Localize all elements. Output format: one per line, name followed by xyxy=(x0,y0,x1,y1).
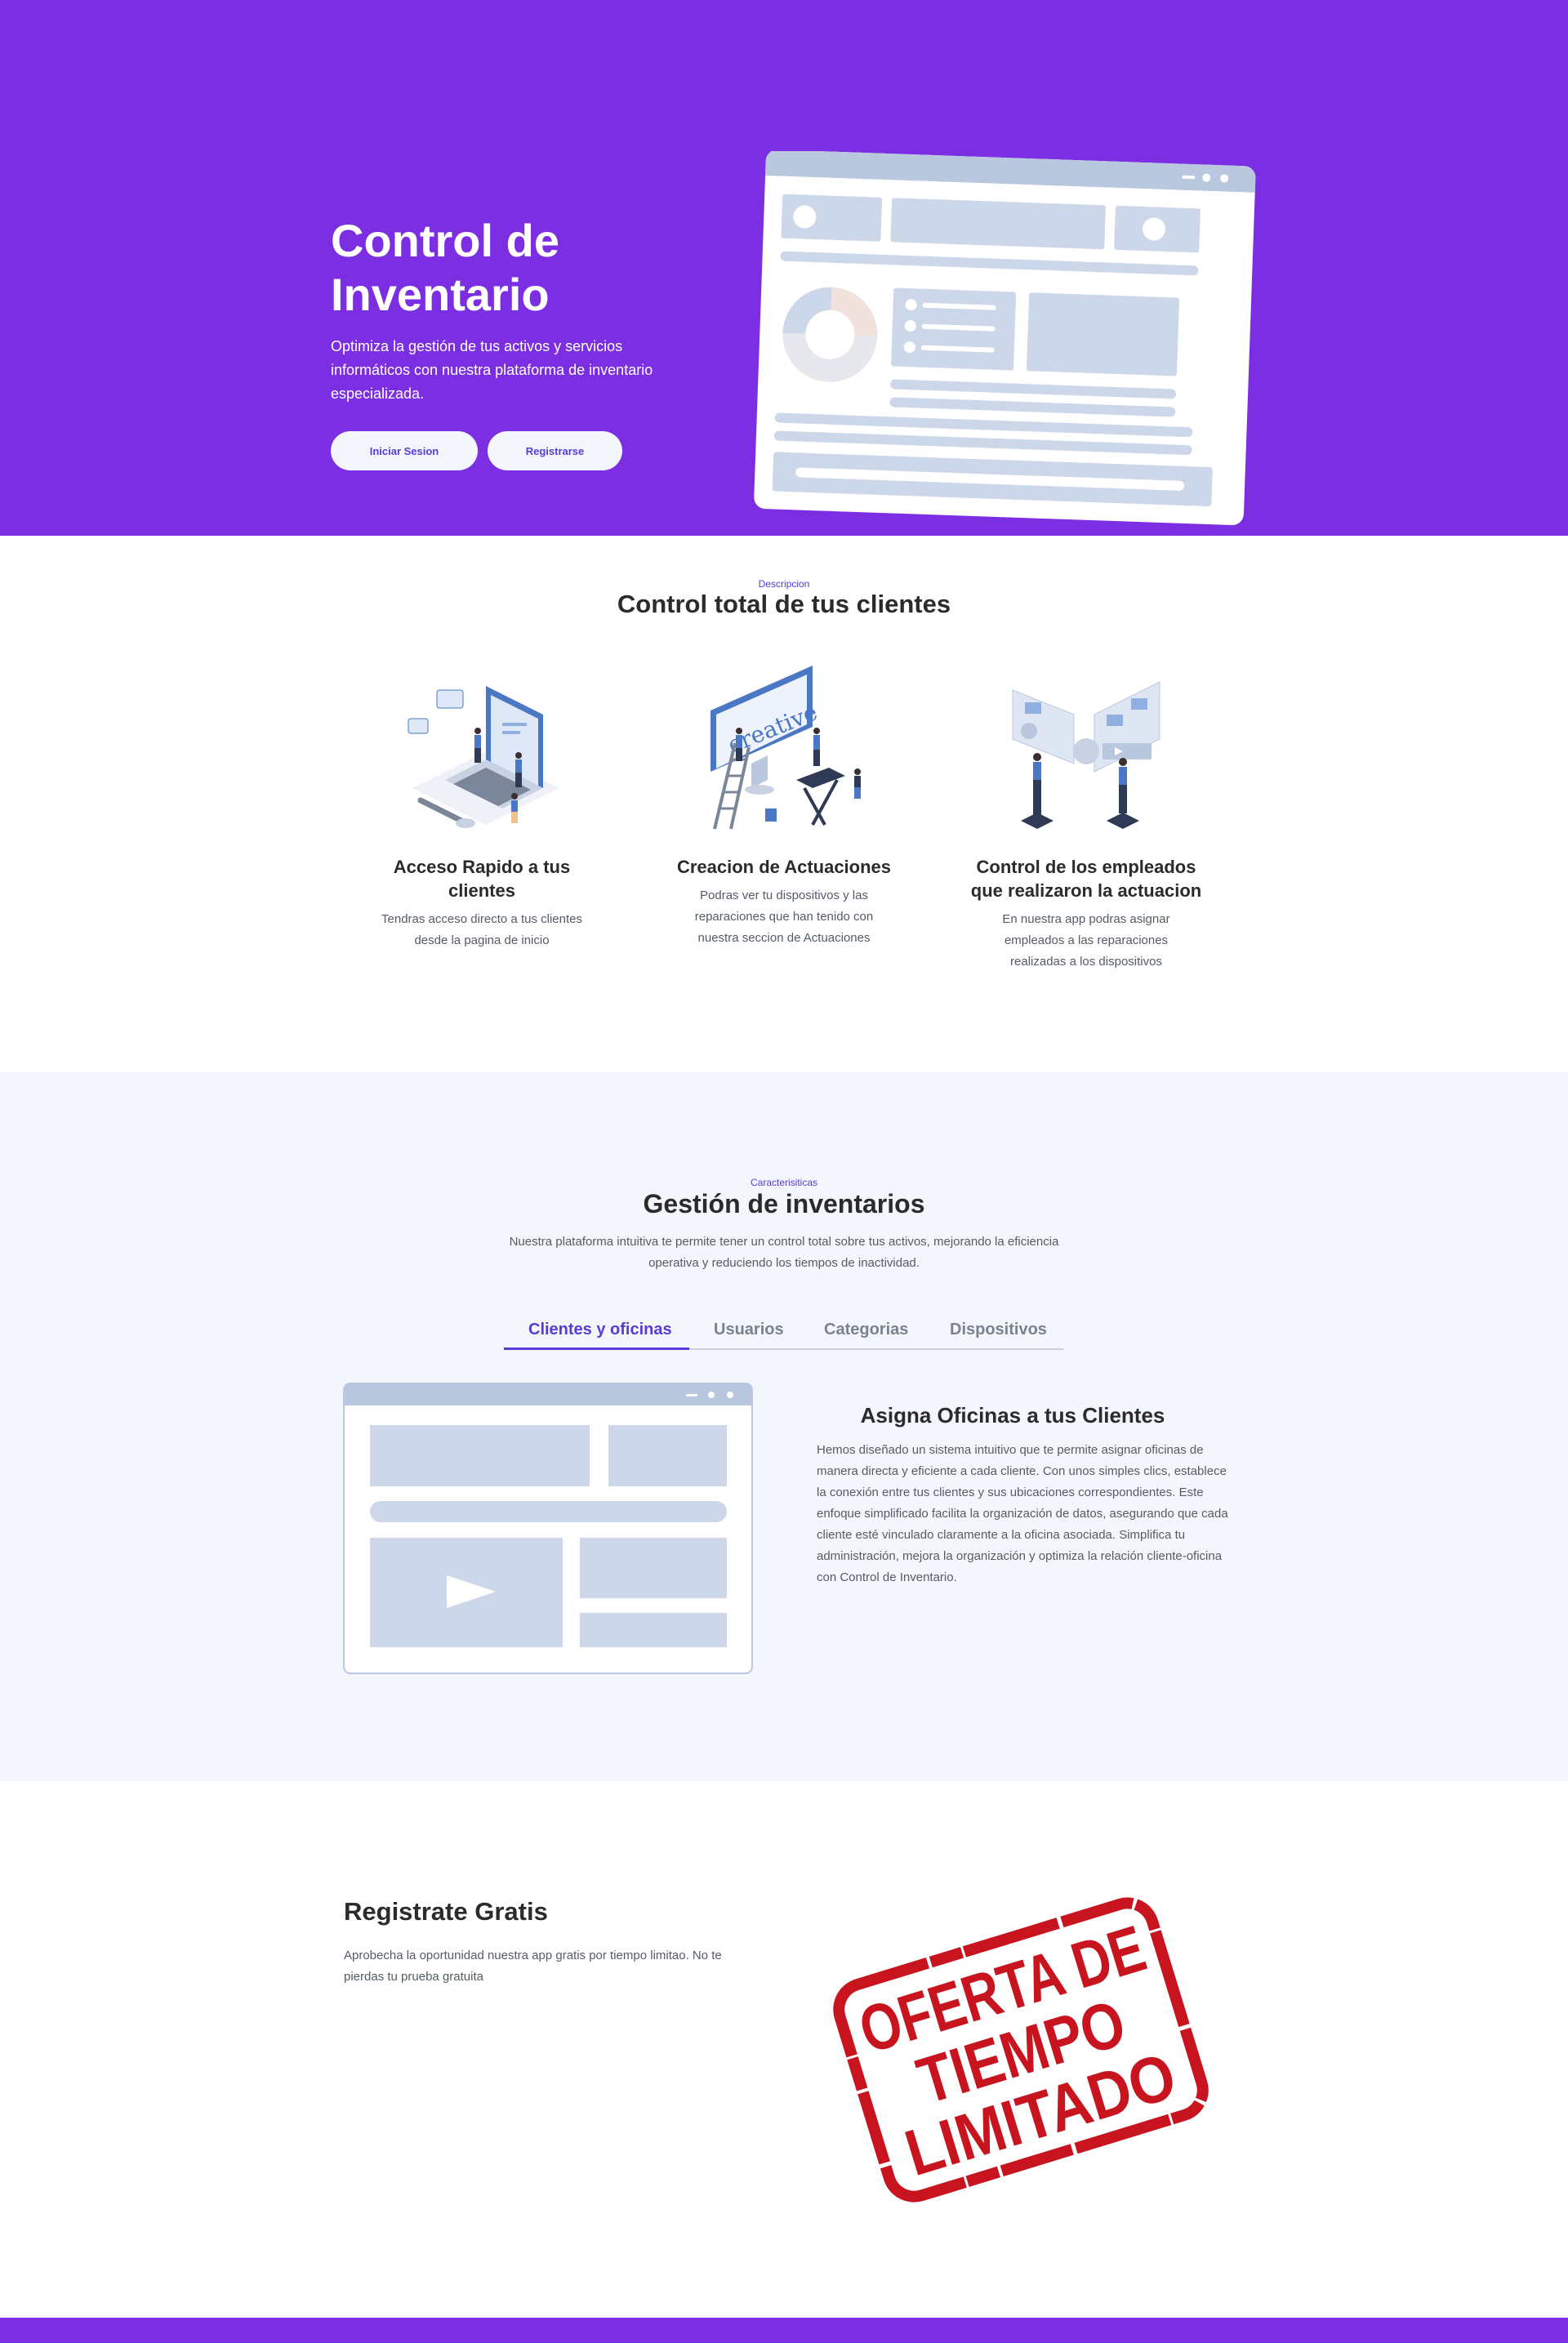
tab-categorias[interactable]: Categorias xyxy=(824,1321,908,1339)
feature-card-actuaciones: creative Creacion de Actuaciones Podras … xyxy=(649,666,919,949)
browser-window-illustration xyxy=(343,1383,753,1674)
dashboard-illustration xyxy=(754,151,1256,526)
login-button[interactable]: Iniciar Sesion xyxy=(331,431,478,470)
features-tabs: Clientes y oficinas Usuarios Categorias … xyxy=(504,1317,1063,1350)
register-title: Registrate Gratis xyxy=(344,1897,548,1926)
hero-title: Control de Inventario xyxy=(331,215,559,320)
dashboard-panels-illustration xyxy=(1012,681,1160,829)
tab-usuarios[interactable]: Usuarios xyxy=(714,1321,784,1339)
panel-text: Hemos diseñado un sistema intuitivo que … xyxy=(817,1443,1228,1584)
features-subtitle: Nuestra plataforma intuitiva te permite … xyxy=(509,1235,1059,1270)
tab-clientes-oficinas[interactable]: Clientes y oficinas xyxy=(528,1321,672,1339)
creative-board-illustration: creative xyxy=(710,666,861,830)
card-text: Tendras acceso directo a tus clientes de… xyxy=(381,912,582,947)
description-title: Control total de tus clientes xyxy=(617,590,951,618)
register-button[interactable]: Registrarse xyxy=(488,431,622,470)
feature-card-quick-access: Acceso Rapido a tus clientes Tendras acc… xyxy=(347,666,617,951)
register-text: Aprobecha la oportunidad nuestra app gra… xyxy=(344,1949,722,1984)
limited-offer-stamp: OFERTA DE TIEMPO LIMITADO xyxy=(833,1897,1209,2203)
card-text: En nuestra app podras asignar empleados … xyxy=(1002,912,1170,969)
hero-subtitle: Optimiza la gestión de tus activos y ser… xyxy=(331,338,653,402)
laptop-people-illustration xyxy=(408,686,559,828)
features-title: Gestión de inventarios xyxy=(643,1189,925,1218)
card-text: Podras ver tu dispositivos y las reparac… xyxy=(694,889,874,945)
footer-bar xyxy=(0,2318,1568,2343)
card-title: Acceso Rapido a tus clientes xyxy=(393,857,571,901)
hero-section: Control de Inventario Optimiza la gestió… xyxy=(0,0,1568,536)
tab-dispositivos[interactable]: Dispositivos xyxy=(950,1321,1047,1339)
feature-card-empleados: Control de los empleados que realizaron … xyxy=(951,666,1221,973)
landing-page: Control de Inventario Optimiza la gestió… xyxy=(0,0,1568,2343)
active-tab-indicator xyxy=(504,1347,689,1350)
description-eyebrow: Descripcion xyxy=(758,578,810,590)
features-eyebrow: Caracterisiticas xyxy=(750,1177,818,1188)
features-section: Caracterisiticas Gestión de inventarios … xyxy=(0,1072,1568,1781)
panel-title: Asigna Oficinas a tus Clientes xyxy=(860,1403,1165,1428)
card-title: Control de los empleados que realizaron … xyxy=(970,857,1202,901)
card-title: Creacion de Actuaciones xyxy=(676,857,892,877)
